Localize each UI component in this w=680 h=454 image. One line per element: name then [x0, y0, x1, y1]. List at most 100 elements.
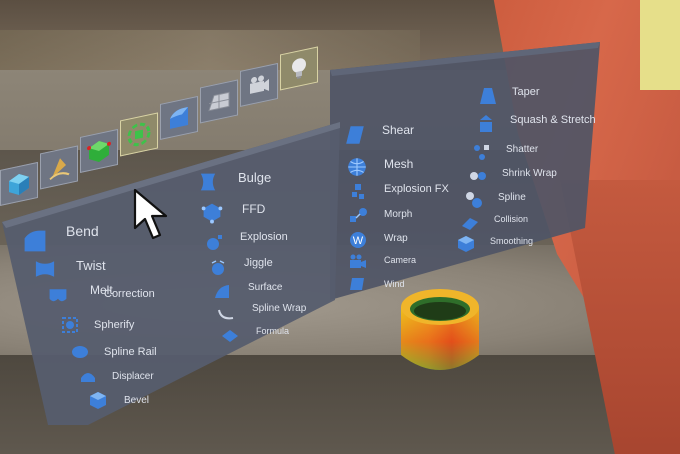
- bulge-icon: [196, 170, 220, 194]
- menu-item-label: Explosion: [240, 231, 288, 243]
- menu-item-label: Bend: [66, 223, 99, 239]
- menu-item-label: Smoothing: [490, 236, 534, 246]
- green-cube-icon: [87, 140, 111, 162]
- mesh-icon: [346, 156, 368, 178]
- menu-item-label: Twist: [76, 257, 106, 273]
- displacer-icon: [78, 366, 98, 386]
- spline-rail-icon: [70, 342, 90, 362]
- shatter-icon: [472, 142, 492, 162]
- menu-item-label: Collision: [494, 214, 529, 224]
- menu-item-twist[interactable]: Twist: [32, 256, 106, 282]
- menu-item-mesh[interactable]: Mesh: [346, 156, 413, 178]
- wrap-icon: W: [348, 230, 368, 250]
- explosion-fx-icon: [348, 182, 368, 202]
- menu-item-ffd[interactable]: FFD: [200, 200, 265, 224]
- shrink-wrap-icon: [468, 166, 488, 186]
- menu-item-squash-stretch[interactable]: Squash & Stretch: [476, 114, 596, 134]
- menu-item-jiggle[interactable]: Jiggle: [208, 257, 273, 278]
- spline-icon: [464, 190, 484, 210]
- menu-item-spherify[interactable]: Spherify: [60, 315, 134, 335]
- floor-icon: [208, 91, 230, 112]
- spherify-icon: [60, 315, 80, 335]
- menu-item-explosion-fx[interactable]: Explosion FX: [348, 182, 449, 202]
- menu-item-bend[interactable]: Bend: [22, 223, 99, 254]
- ffd-icon: [200, 200, 224, 224]
- camera-icon: [250, 75, 269, 94]
- menu-item-label: Wind: [384, 279, 405, 289]
- explosion-icon: [204, 232, 224, 252]
- menu-item-label: Morph: [384, 208, 413, 220]
- menu-item-label: Squash & Stretch: [510, 114, 596, 126]
- menu-item-label: Shrink Wrap: [502, 167, 557, 179]
- light-icon: [292, 58, 306, 79]
- menu-item-label: Spline: [498, 191, 526, 203]
- toolbar-button-camera[interactable]: [240, 62, 278, 107]
- menu-item-label: Surface: [248, 281, 283, 293]
- jiggle-icon: [208, 258, 228, 278]
- menu-item-collision[interactable]: Collision: [460, 212, 528, 232]
- toolbar-button-light[interactable]: [280, 46, 318, 91]
- menu-item-spline-wrap[interactable]: Spline Wrap: [216, 302, 307, 324]
- menu-item-morph[interactable]: Morph: [348, 206, 412, 226]
- menu-item-label: Shear: [382, 123, 415, 137]
- menu-item-smoothing[interactable]: Smoothing: [456, 234, 533, 254]
- menu-item-label: Spline Wrap: [252, 302, 307, 314]
- menu-item-label: Correction: [104, 288, 155, 300]
- formula-icon: [220, 326, 240, 346]
- menu-item-bevel[interactable]: Bevel: [88, 390, 149, 410]
- slinky-object: [401, 289, 479, 370]
- toolbar-button-generator[interactable]: [120, 112, 158, 157]
- menu-item-label: Spline Rail: [104, 346, 157, 358]
- morph-icon: [348, 206, 368, 226]
- svg-text:W: W: [353, 235, 364, 247]
- menu-item-label: Camera: [384, 255, 417, 265]
- menu-item-explosion[interactable]: Explosion: [204, 231, 288, 252]
- menu-item-label: Wrap: [384, 232, 408, 244]
- menu-item-label: Spherify: [94, 319, 135, 331]
- menu-item-spline-rail[interactable]: Spline Rail: [70, 342, 157, 362]
- background-yellow-strip: [640, 0, 680, 90]
- camera-icon: [348, 252, 368, 272]
- menu-item-surface[interactable]: Surface: [212, 282, 282, 302]
- mouse-cursor-icon: [133, 188, 168, 240]
- cube-icon: [9, 173, 29, 195]
- menu-item-spline[interactable]: Spline: [464, 190, 526, 210]
- menu-item-label: Bevel: [124, 394, 150, 406]
- collision-icon: [460, 212, 480, 232]
- pen-tool-icon: [49, 158, 70, 181]
- twist-icon: [32, 256, 58, 282]
- menu-item-bulge[interactable]: Bulge: [196, 170, 271, 194]
- menu-item-camera[interactable]: Camera: [348, 252, 416, 272]
- menu-item-label: Bulge: [238, 169, 272, 185]
- menu-item-shatter[interactable]: Shatter: [472, 142, 538, 162]
- menu-item-label: Formula: [256, 326, 290, 336]
- bend-icon: [22, 228, 48, 254]
- bevel-icon: [88, 390, 108, 410]
- shear-icon: [344, 124, 366, 146]
- surface-icon: [212, 282, 232, 302]
- spline-wrap-icon: [216, 304, 236, 324]
- menu-item-taper[interactable]: Taper: [478, 86, 540, 106]
- smoothing-icon: [456, 234, 476, 254]
- toolbar-button-deformer[interactable]: [160, 95, 198, 140]
- menu-item-label: Displacer: [112, 370, 154, 382]
- menu-item-shrink-wrap[interactable]: Shrink Wrap: [468, 166, 557, 186]
- taper-icon: [478, 86, 498, 106]
- menu-item-formula[interactable]: Formula: [220, 326, 289, 346]
- menu-item-label: Explosion FX: [384, 183, 449, 195]
- menu-item-shear[interactable]: Shear: [344, 123, 415, 146]
- menu-item-label: Shatter: [506, 143, 539, 155]
- generator-icon: [127, 122, 151, 147]
- menu-item-label: Mesh: [384, 157, 414, 171]
- menu-item-displacer[interactable]: Displacer: [78, 366, 154, 386]
- menu-item-label: Taper: [512, 86, 540, 98]
- wind-icon: [348, 274, 368, 294]
- toolbar-button-floor[interactable]: [200, 79, 238, 124]
- squash-stretch-icon: [476, 114, 496, 134]
- menu-item-label: Jiggle: [244, 257, 273, 269]
- menu-item-wrap[interactable]: W Wrap: [348, 230, 408, 250]
- menu-item-correction[interactable]: Correction: [50, 288, 155, 300]
- menu-item-label: FFD: [242, 202, 266, 216]
- menu-item-wind[interactable]: Wind: [348, 274, 405, 294]
- deformer-icon: [170, 107, 188, 129]
